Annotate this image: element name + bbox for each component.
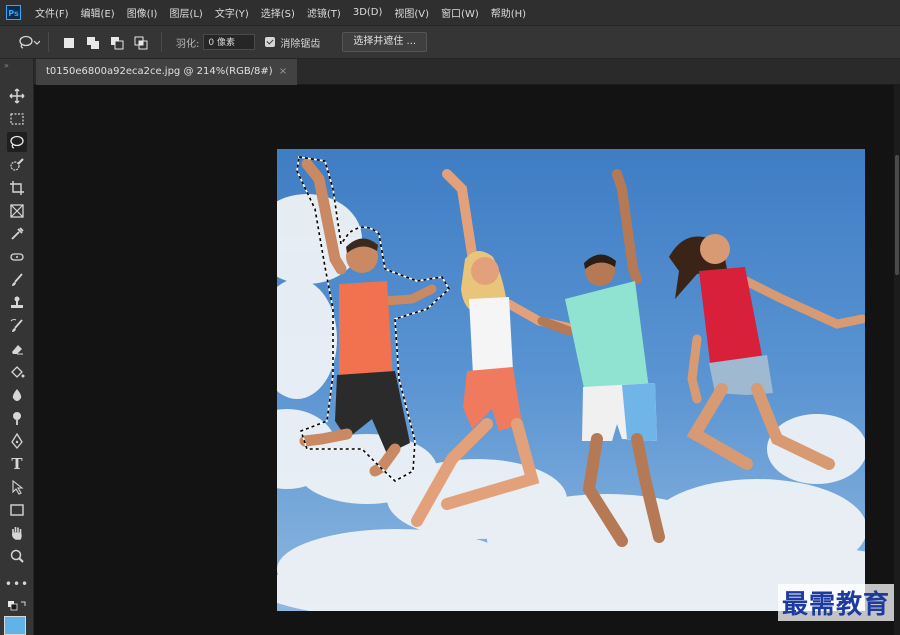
menu-type[interactable]: 文字(Y) [215, 5, 249, 20]
lasso-tool-icon[interactable] [7, 132, 27, 152]
frame-tool-icon[interactable] [7, 201, 27, 221]
menu-3d[interactable]: 3D(D) [353, 7, 383, 18]
document-image[interactable] [277, 149, 865, 611]
more-tools-icon[interactable]: ••• [5, 574, 28, 594]
brush-tool-icon[interactable] [7, 270, 27, 290]
blur-tool-icon[interactable] [7, 385, 27, 405]
stamp-tool-icon[interactable] [7, 293, 27, 313]
document-tab-title: t0150e6800a92eca2ce.jpg @ 214%(RGB/8#) [46, 66, 273, 77]
intersect-selection-icon[interactable] [134, 35, 148, 50]
watermark-text: 最需教育 [777, 584, 894, 621]
document-tab[interactable]: t0150e6800a92eca2ce.jpg @ 214%(RGB/8#) × [36, 59, 298, 85]
dodge-tool-icon[interactable] [7, 408, 27, 428]
close-tab-icon[interactable]: × [279, 66, 287, 77]
healing-tool-icon[interactable] [7, 247, 27, 267]
menu-view[interactable]: 视图(V) [394, 5, 429, 20]
document-tab-bar: t0150e6800a92eca2ce.jpg @ 214%(RGB/8#) × [34, 59, 900, 85]
paint-bucket-tool-icon[interactable] [7, 362, 27, 382]
feather-input[interactable]: 0 像素 [203, 34, 256, 50]
eraser-tool-icon[interactable] [7, 339, 27, 359]
path-select-tool-icon[interactable] [7, 477, 27, 497]
menu-help[interactable]: 帮助(H) [491, 5, 526, 20]
marquee-tool-icon[interactable] [7, 109, 27, 129]
add-selection-icon[interactable] [86, 35, 100, 49]
eyedropper-tool-icon[interactable] [7, 224, 27, 244]
history-brush-tool-icon[interactable] [7, 316, 27, 336]
photoshop-logo: Ps [6, 5, 21, 20]
menu-filter[interactable]: 滤镜(T) [307, 5, 341, 20]
options-bar: 羽化: 0 像素 消除锯齿 选择并遮住 ... [0, 25, 900, 59]
default-colors-icon[interactable] [7, 597, 27, 617]
new-selection-icon[interactable] [62, 35, 76, 49]
collapse-icon[interactable]: » [4, 61, 9, 70]
hand-tool-icon[interactable] [7, 523, 27, 543]
photo-content [277, 149, 865, 611]
menu-file[interactable]: 文件(F) [35, 5, 69, 20]
crop-tool-icon[interactable] [7, 178, 27, 198]
antialias-checkbox[interactable] [265, 37, 276, 47]
lasso-preset-icon[interactable] [18, 35, 40, 49]
antialias-label: 消除锯齿 [280, 38, 321, 50]
menu-layer[interactable]: 图层(L) [169, 5, 202, 20]
foreground-color-swatch[interactable] [4, 616, 26, 635]
separator [48, 32, 49, 52]
feather-label: 羽化: [176, 38, 200, 50]
scrollbar-thumb[interactable] [895, 155, 899, 275]
select-and-mask-button[interactable]: 选择并遮住 ... [342, 32, 428, 52]
type-tool-icon[interactable]: T [7, 454, 27, 474]
menu-select[interactable]: 选择(S) [261, 5, 295, 20]
vertical-scrollbar[interactable] [894, 85, 900, 635]
pen-tool-icon[interactable] [7, 431, 27, 451]
menu-bar: Ps 文件(F) 编辑(E) 图像(I) 图层(L) 文字(Y) 选择(S) 滤… [0, 0, 900, 25]
tools-panel: » T ••• [0, 59, 34, 635]
menu-window[interactable]: 窗口(W) [441, 5, 479, 20]
menu-edit[interactable]: 编辑(E) [81, 5, 115, 20]
quick-select-tool-icon[interactable] [7, 155, 27, 175]
move-tool-icon[interactable] [7, 86, 27, 106]
separator [161, 32, 162, 52]
zoom-tool-icon[interactable] [7, 546, 27, 566]
menu-image[interactable]: 图像(I) [127, 5, 158, 20]
subtract-selection-icon[interactable] [110, 35, 124, 50]
rectangle-tool-icon[interactable] [7, 500, 27, 520]
